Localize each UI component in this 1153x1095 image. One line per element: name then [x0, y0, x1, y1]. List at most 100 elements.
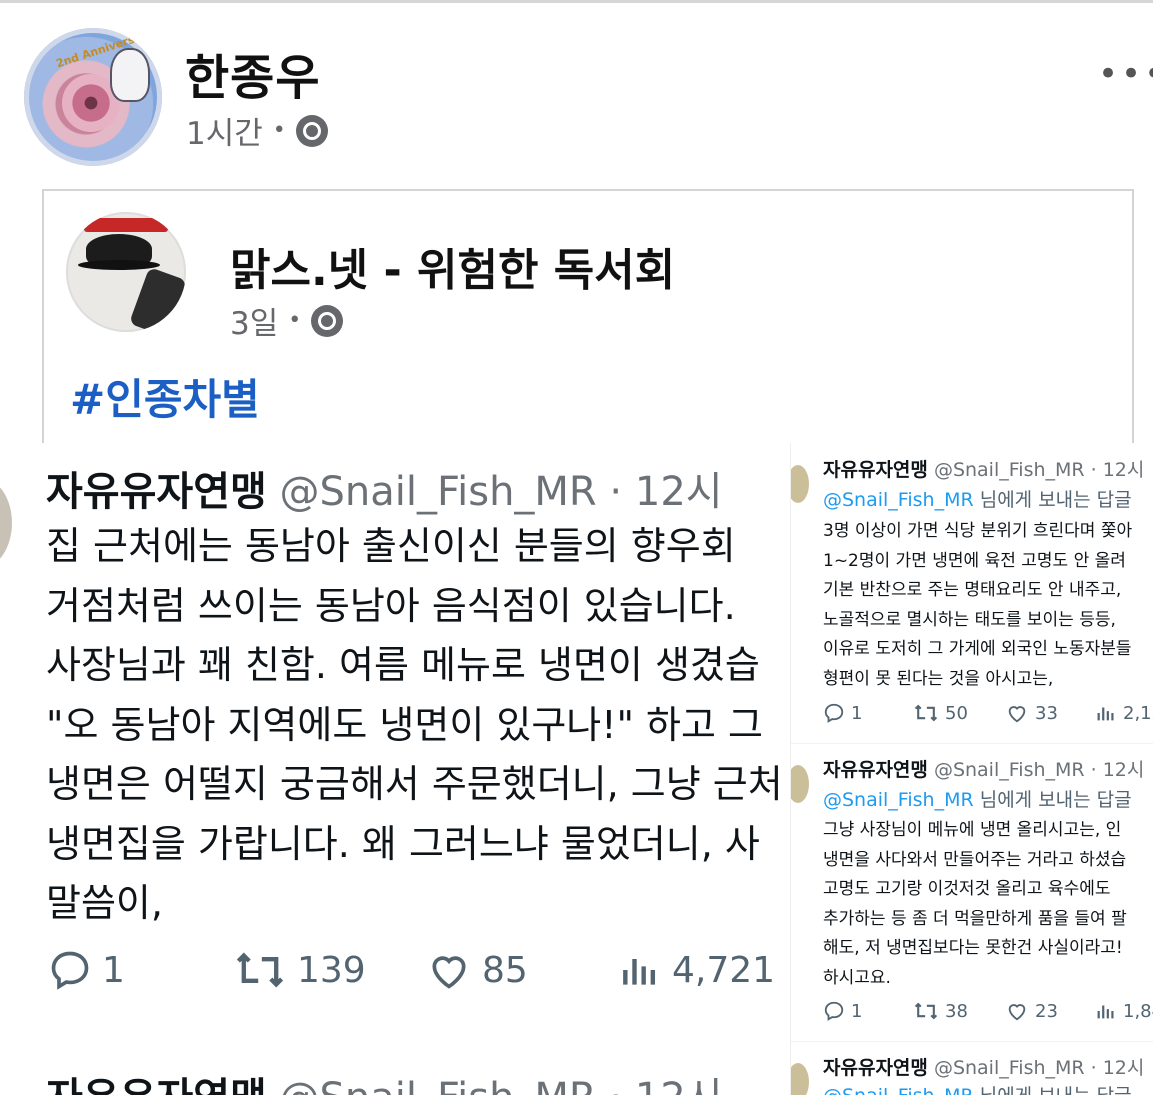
post-time[interactable]: 1시간	[186, 108, 263, 153]
tweet-handle: @Snail_Fish_MR · 12시	[933, 759, 1145, 781]
retweet-icon	[914, 704, 938, 722]
reply-stat: 1	[823, 1000, 862, 1022]
reply-line: 추가하는 등 좀 더 먹을만하게 품을 들여 팔	[823, 908, 1127, 929]
reply-to-line: @Snail_Fish_MR 님에게 보내는 답글	[823, 485, 1132, 512]
hashtag-link[interactable]: #인종차별	[70, 366, 260, 427]
tweet-author-name: 자유유자연맹	[823, 1057, 928, 1079]
shared-page-name[interactable]: 맑스.넷 - 위험한 독서회	[230, 234, 675, 298]
views-icon	[1097, 1005, 1114, 1019]
meta-separator: •	[272, 118, 286, 143]
tweet-author-name: 자유유자연맹	[823, 459, 928, 481]
retweet-stat: 139	[233, 948, 366, 992]
reply-header: 자유유자연맹 @Snail_Fish_MR · 12시	[823, 755, 1144, 782]
reply-count: 1	[851, 702, 863, 724]
shared-post-meta: 3일 •	[230, 298, 344, 343]
views-count: 1,84	[1123, 1000, 1153, 1022]
more-options-icon[interactable]: •••	[1098, 54, 1153, 94]
reply-line: 3명 이상이 가면 식당 분위기 흐린다며 쫓아	[823, 521, 1133, 541]
reply-header: 자유유자연맹 @Snail_Fish_MR · 12시	[823, 1053, 1144, 1080]
reply-stat: 1	[823, 702, 862, 724]
tweet-line: 사장님과 꽤 친함. 여름 메뉴로 냉면이 생겼습	[46, 643, 760, 687]
reply-count: 1	[851, 1000, 863, 1022]
tweet-screenshot-replies: 자유유자연맹 @Snail_Fish_MR · 12시 @Snail_Fish_…	[790, 443, 1153, 1095]
retweet-icon	[236, 952, 284, 988]
retweet-count: 139	[297, 949, 366, 991]
globe-icon	[295, 114, 328, 147]
tweet-author-name: 자유유자연맹	[46, 469, 267, 515]
reply-to-line: @Snail_Fish_MR 님에게 보내는 답글	[823, 1081, 1132, 1095]
like-count: 33	[1035, 702, 1058, 724]
tweet-avatar	[791, 465, 809, 503]
reply-body: 그냥 사장님이 메뉴에 냉면 올리시고는, 인 냉면을 사다와서 만들어주는 거…	[823, 816, 1127, 993]
reply-mention-link[interactable]: @Snail_Fish_MR	[823, 489, 974, 511]
author-name[interactable]: 한종우	[185, 38, 320, 108]
tweet-line: 집 근처에는 동남아 출신이신 분들의 향우회	[46, 524, 736, 568]
tweet-line: 냉면은 어떨지 궁금해서 주문했더니, 그냥 근처	[46, 762, 783, 806]
tweet-handle: @Snail_Fish_MR · 12시	[279, 469, 723, 515]
reply-mention-link[interactable]: @Snail_Fish_MR	[823, 1085, 974, 1095]
like-stat: 33	[1005, 702, 1058, 724]
reply-suffix: 님에게 보내는 답글	[979, 789, 1132, 811]
tweet-screenshot-main: 자유유자연맹 @Snail_Fish_MR · 12시 집 근처에는 동남아 출…	[0, 443, 790, 1095]
reply-line: 노골적으로 멸시하는 태도를 보이는 등등,	[823, 609, 1116, 630]
retweet-stat: 38	[913, 1000, 968, 1022]
reply-count: 1	[102, 949, 125, 991]
avatar-character-image	[110, 48, 150, 102]
heart-icon	[1008, 1004, 1026, 1021]
tweet-handle: @Snail_Fish_MR · 12시	[933, 1057, 1145, 1079]
reply-suffix: 님에게 보내는 답글	[979, 489, 1132, 511]
reply-line: 그냥 사장님이 메뉴에 냉면 올리시고는, 인	[823, 820, 1122, 840]
views-stat: 1,84	[1095, 1000, 1153, 1022]
views-count: 2,12	[1123, 702, 1153, 724]
reply-line: 냉면을 사다와서 만들어주는 거라고 하셨습	[823, 849, 1127, 870]
reply-stat: 1	[48, 948, 125, 992]
tweet-line: "오 동남아 지역에도 냉면이 있구나!" 하고 그	[46, 702, 763, 747]
tweet-avatar	[791, 765, 809, 803]
views-stat: 2,12	[1095, 702, 1153, 724]
next-tweet-header: 자유유자연맹 @Snail_Fish_MR · 12시	[46, 1065, 723, 1095]
meta-separator: •	[288, 308, 302, 333]
tweet-line: 거점처럼 쓰이는 동남아 음식점이 있습니다.	[46, 583, 736, 628]
views-count: 4,721	[672, 949, 776, 991]
tweet-avatar	[0, 478, 12, 568]
reply-icon	[824, 1001, 844, 1021]
like-stat: 85	[426, 948, 528, 992]
author-avatar[interactable]: 2nd Anniversary	[24, 28, 162, 166]
page-avatar[interactable]	[66, 212, 186, 332]
views-icon	[623, 959, 656, 985]
post-meta: 1시간 •	[186, 108, 328, 153]
reply-line: 고명도 고기랑 이것저것 올리고 육수에도	[823, 879, 1111, 899]
tweet-actions: 1 139 85 4,721	[48, 948, 788, 1008]
reply-actions: 1 38 23 1,84	[823, 1000, 1153, 1026]
avatar-banner-image	[84, 218, 168, 232]
reply-mention-link[interactable]: @Snail_Fish_MR	[823, 789, 974, 811]
reply-icon	[824, 703, 844, 723]
views-icon	[1097, 707, 1114, 721]
tweet-line: 말씀이,	[46, 881, 163, 925]
reply-to-line: @Snail_Fish_MR 님에게 보내는 답글	[823, 785, 1132, 812]
tweet-author-name: 자유유자연맹	[46, 1075, 267, 1095]
reply-line: 1~2명이 가면 냉면에 육전 고명도 안 올려	[823, 550, 1126, 571]
reply-divider	[791, 743, 1153, 744]
tweet-author-name: 자유유자연맹	[823, 759, 928, 781]
reply-line: 형편이 못 된다는 것을 아시고는,	[823, 668, 1054, 689]
tweet-body: 집 근처에는 동남아 출신이신 분들의 향우회 거점처럼 쓰이는 동남아 음식점…	[46, 517, 783, 934]
tweet-handle: @Snail_Fish_MR · 12시	[280, 1075, 723, 1095]
retweet-stat: 50	[913, 702, 968, 724]
globe-icon	[311, 304, 344, 337]
heart-icon	[1008, 706, 1026, 723]
reply-header: 자유유자연맹 @Snail_Fish_MR · 12시	[823, 455, 1144, 482]
reply-line: 하시고요.	[823, 967, 891, 988]
avatar-hat-brim-image	[78, 260, 160, 270]
top-divider	[0, 0, 1153, 3]
reply-line: 이유로 도저히 그 가게에 외국인 노동자분들	[823, 639, 1132, 659]
like-count: 85	[482, 949, 528, 991]
heart-icon	[432, 956, 466, 989]
reply-suffix: 님에게 보내는 답글	[980, 1085, 1132, 1095]
like-count: 23	[1035, 1000, 1058, 1022]
shared-post-time[interactable]: 3일	[230, 298, 278, 343]
reply-icon	[51, 951, 89, 990]
tweet-handle: @Snail_Fish_MR · 12시	[933, 459, 1145, 481]
reply-divider	[791, 1041, 1153, 1042]
views-stat: 4,721	[618, 948, 775, 992]
